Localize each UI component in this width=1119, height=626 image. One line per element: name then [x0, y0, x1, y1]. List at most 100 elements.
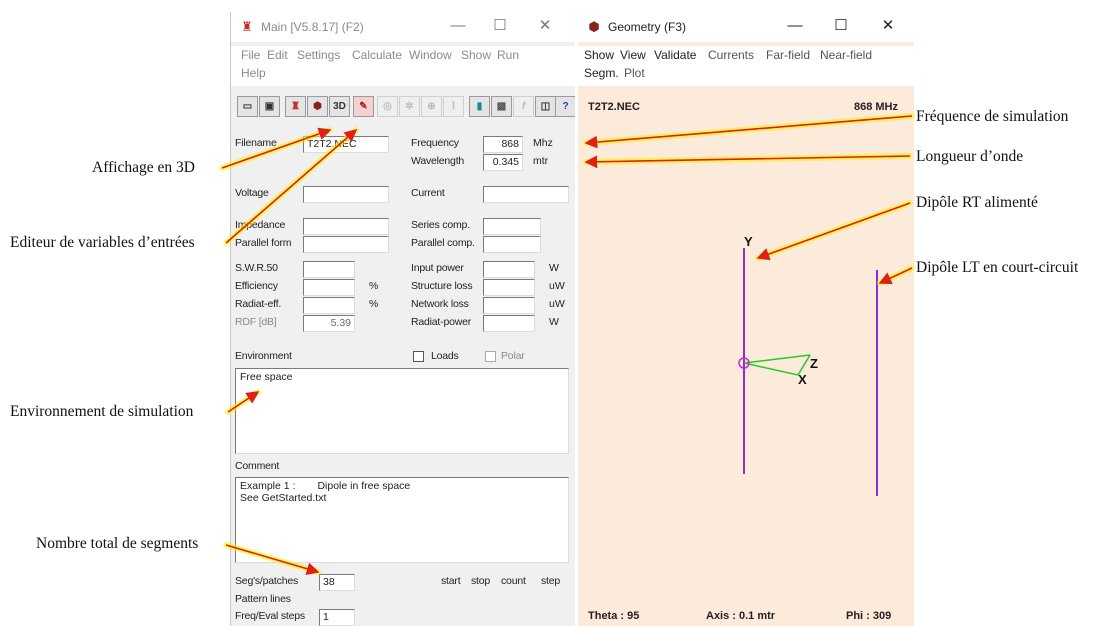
- rdf-field[interactable]: 5.39: [303, 315, 355, 332]
- frequency-field[interactable]: 868: [483, 136, 523, 153]
- save-icon[interactable]: ▣: [259, 96, 280, 117]
- stop-label: stop: [471, 575, 491, 587]
- menu-edit[interactable]: Edit: [267, 48, 288, 62]
- x-axis-line: [743, 362, 799, 376]
- geo-frequency: 868 MHz: [853, 101, 898, 113]
- environment-textarea[interactable]: Free space: [235, 368, 569, 454]
- menu-settings[interactable]: Settings: [297, 48, 340, 62]
- network-loss-field[interactable]: [483, 297, 535, 314]
- menu-calculate[interactable]: Calculate: [352, 48, 402, 62]
- nec-editor-icon[interactable]: ✎: [353, 96, 374, 117]
- rdf-label: RDF [dB]: [235, 316, 277, 328]
- freq-steps-field[interactable]: 1: [319, 609, 355, 626]
- geo-maximize-button[interactable]: ☐: [821, 14, 861, 38]
- menu-file[interactable]: File: [241, 48, 260, 62]
- pattern-icon[interactable]: ◎: [377, 96, 398, 117]
- dipole-lt: [876, 270, 878, 496]
- z-axis-label: Z: [810, 356, 818, 371]
- main-menubar: File Edit Settings Calculate Window Show…: [231, 46, 575, 86]
- geometry-titlebar[interactable]: ⬢ Geometry (F3) — ☐ ✕: [578, 12, 914, 42]
- loads-label: Loads: [431, 350, 459, 362]
- maximize-button[interactable]: ☐: [480, 14, 520, 38]
- swr-field[interactable]: [303, 261, 355, 278]
- geo-filename: T2T2.NEC: [588, 101, 640, 113]
- nearfield-icon[interactable]: ⊕: [421, 96, 442, 117]
- geo-close-button[interactable]: ✕: [868, 14, 908, 38]
- annotation-environment: Environnement de simulation: [10, 403, 194, 420]
- geo-minimize-button[interactable]: —: [775, 14, 815, 38]
- input-power-field[interactable]: [483, 261, 535, 278]
- menu-view[interactable]: View: [620, 48, 646, 62]
- menu-run[interactable]: Run: [497, 48, 519, 62]
- structure-loss-field[interactable]: [483, 279, 535, 296]
- polar-checkbox[interactable]: [485, 351, 496, 362]
- impedance-label: Impedance: [235, 219, 286, 231]
- menu-segm[interactable]: Segm.: [584, 66, 619, 80]
- current-field[interactable]: [483, 186, 569, 203]
- voltage-field[interactable]: [303, 186, 389, 203]
- parallel-comp-label: Parallel comp.: [411, 237, 475, 249]
- loads-checkbox[interactable]: [413, 351, 424, 362]
- main-window-icon[interactable]: ♜: [285, 96, 306, 117]
- open-folder-icon[interactable]: ▭: [237, 96, 258, 117]
- close-button[interactable]: ✕: [525, 14, 565, 38]
- impedance-field[interactable]: [303, 218, 389, 235]
- radiat-power-unit: W: [549, 316, 559, 328]
- comment-example: Example 1 :: [240, 480, 296, 492]
- input-power-label: Input power: [411, 262, 464, 274]
- efficiency-field[interactable]: [303, 279, 355, 296]
- menu-show-geo[interactable]: Show: [584, 48, 614, 62]
- radiat-eff-label: Radiat-eff.: [235, 298, 282, 310]
- comment-label: Comment: [235, 460, 280, 472]
- help-icon[interactable]: ?: [555, 96, 575, 117]
- annotation-wavelength: Longueur d’onde: [916, 148, 1024, 165]
- main-titlebar[interactable]: ♜ Main [V5.8.17] (F2) — ☐ ✕: [231, 12, 575, 42]
- parallel-comp-field[interactable]: [483, 236, 541, 253]
- menu-near-field[interactable]: Near-field: [820, 48, 872, 62]
- menu-show[interactable]: Show: [461, 48, 491, 62]
- current-label: Current: [411, 187, 445, 199]
- main-toolbar: ▭ ▣ ♜ ⬢ 3D ✎ ◎ ✲ ⊕ ⌇ ▮ ▩ f ◫ ?: [235, 94, 575, 120]
- menu-help[interactable]: Help: [241, 66, 266, 80]
- comment-description: Dipole in free space: [317, 480, 411, 492]
- currents-icon[interactable]: ⌇: [443, 96, 464, 117]
- x-axis-label: X: [798, 372, 807, 387]
- parallel-form-field[interactable]: [303, 236, 389, 253]
- menu-far-field[interactable]: Far-field: [766, 48, 810, 62]
- 3d-view-icon[interactable]: 3D: [329, 96, 350, 117]
- environment-label: Environment: [235, 350, 292, 362]
- pattern-3d-icon[interactable]: ✲: [399, 96, 420, 117]
- menu-window[interactable]: Window: [409, 48, 452, 62]
- radiat-power-field[interactable]: [483, 315, 535, 332]
- geometry-menubar: Show View Validate Currents Far-field Ne…: [578, 46, 914, 86]
- optimizer-icon[interactable]: ▩: [491, 96, 512, 117]
- phi-readout: Phi : 309: [846, 610, 892, 622]
- wavelength-label: Wavelength: [411, 155, 465, 167]
- annotation-segments: Nombre total de segments: [36, 535, 199, 552]
- menu-validate[interactable]: Validate: [654, 48, 696, 62]
- step-label: step: [541, 575, 561, 587]
- parallel-form-label: Parallel form: [235, 237, 292, 249]
- main-window-title: Main [V5.8.17] (F2): [261, 20, 364, 34]
- calculator-icon[interactable]: ▮: [469, 96, 490, 117]
- wavelength-field[interactable]: 0.345: [483, 154, 523, 171]
- comment-textarea[interactable]: Example 1 : Dipole in free space See GetS…: [235, 477, 569, 563]
- geometry-window-icon[interactable]: ⬢: [307, 96, 328, 117]
- filename-field[interactable]: T2T2.NEC: [303, 136, 389, 153]
- minimize-button[interactable]: —: [438, 14, 478, 38]
- radiat-eff-field[interactable]: [303, 297, 355, 314]
- segs-label: Seg's/patches: [235, 575, 299, 587]
- y-axis-label: Y: [744, 234, 753, 249]
- app-icon: ♜: [241, 19, 253, 34]
- structure-loss-unit: uW: [549, 280, 565, 292]
- book-icon[interactable]: ◫: [535, 96, 556, 117]
- series-comp-field[interactable]: [483, 218, 541, 235]
- radiat-eff-unit: %: [369, 298, 379, 310]
- menu-plot[interactable]: Plot: [624, 66, 645, 80]
- geometry-app-icon: ⬢: [588, 19, 600, 34]
- comment-line2: See GetStarted.txt: [240, 492, 327, 504]
- function-icon[interactable]: f: [513, 96, 534, 117]
- network-loss-unit: uW: [549, 298, 565, 310]
- menu-currents[interactable]: Currents: [708, 48, 754, 62]
- segs-field[interactable]: 38: [319, 574, 355, 591]
